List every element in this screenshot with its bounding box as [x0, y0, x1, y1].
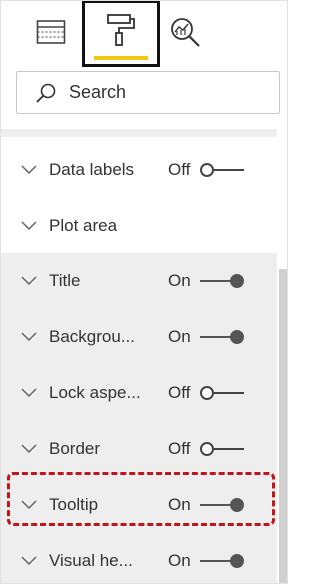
search-input[interactable] [67, 81, 261, 104]
toggle-state-label: On [168, 327, 191, 346]
search-box[interactable] [16, 71, 280, 114]
toggle-switch-off[interactable] [199, 386, 245, 400]
toggle-state-label: Off [168, 383, 191, 402]
section-label: Lock aspe... [49, 383, 141, 402]
analytics-icon [171, 18, 200, 47]
section-border[interactable]: Border Off [1, 421, 277, 477]
toggle-switch-off[interactable] [199, 442, 245, 456]
toggle-switch-on[interactable] [199, 274, 245, 288]
toggle-state-label: On [168, 495, 191, 514]
section-label: Data labels [49, 160, 135, 179]
chevron-down-icon [21, 165, 37, 175]
chevron-down-icon [21, 500, 37, 510]
chevron-down-icon [21, 556, 37, 566]
chevron-down-icon [21, 444, 37, 454]
toggle-switch-on[interactable] [199, 554, 245, 568]
section-title[interactable]: Title On [1, 253, 277, 309]
toggle-switch-on[interactable] [199, 498, 245, 512]
format-sections-list: Data labels Off Plot area Title On Backg… [1, 129, 277, 583]
fields-icon [36, 20, 66, 44]
toggle-state-label: Off [168, 439, 191, 458]
toggle-state-label: On [168, 551, 191, 570]
section-data-labels[interactable]: Data labels Off [1, 142, 277, 198]
chevron-down-icon [21, 388, 37, 398]
section-plot-area[interactable]: Plot area [1, 198, 277, 254]
toggle-state-label: On [168, 271, 191, 290]
section-label: Plot area [49, 216, 118, 235]
section-label: Title [49, 271, 81, 290]
tab-format[interactable] [82, 1, 160, 67]
visualizations-pane: Data labels Off Plot area Title On Backg… [0, 0, 288, 584]
toggle-switch-off[interactable] [199, 163, 245, 177]
chevron-down-icon [21, 276, 37, 286]
section-lock-aspect[interactable]: Lock aspe... Off [1, 365, 277, 421]
toggle-state-label: Off [168, 160, 191, 179]
section-background[interactable]: Backgrou... On [1, 309, 277, 365]
toggle-switch-on[interactable] [199, 330, 245, 344]
section-tooltip[interactable]: Tooltip On [1, 477, 277, 533]
chevron-down-icon [21, 332, 37, 342]
section-label: Border [49, 439, 101, 458]
tab-fields[interactable] [31, 1, 71, 63]
scrollbar-thumb[interactable] [279, 269, 287, 583]
section-label: Backgrou... [49, 327, 135, 346]
tab-analytics[interactable] [163, 1, 207, 63]
paint-roller-icon [107, 13, 135, 46]
search-icon [36, 83, 56, 103]
section-label: Visual he... [49, 551, 133, 570]
selected-tab-indicator [94, 56, 148, 60]
section-visual-header[interactable]: Visual he... On [1, 533, 277, 583]
section-label: Tooltip [49, 495, 99, 514]
chevron-down-icon [21, 221, 37, 231]
list-top-divider [1, 129, 277, 137]
